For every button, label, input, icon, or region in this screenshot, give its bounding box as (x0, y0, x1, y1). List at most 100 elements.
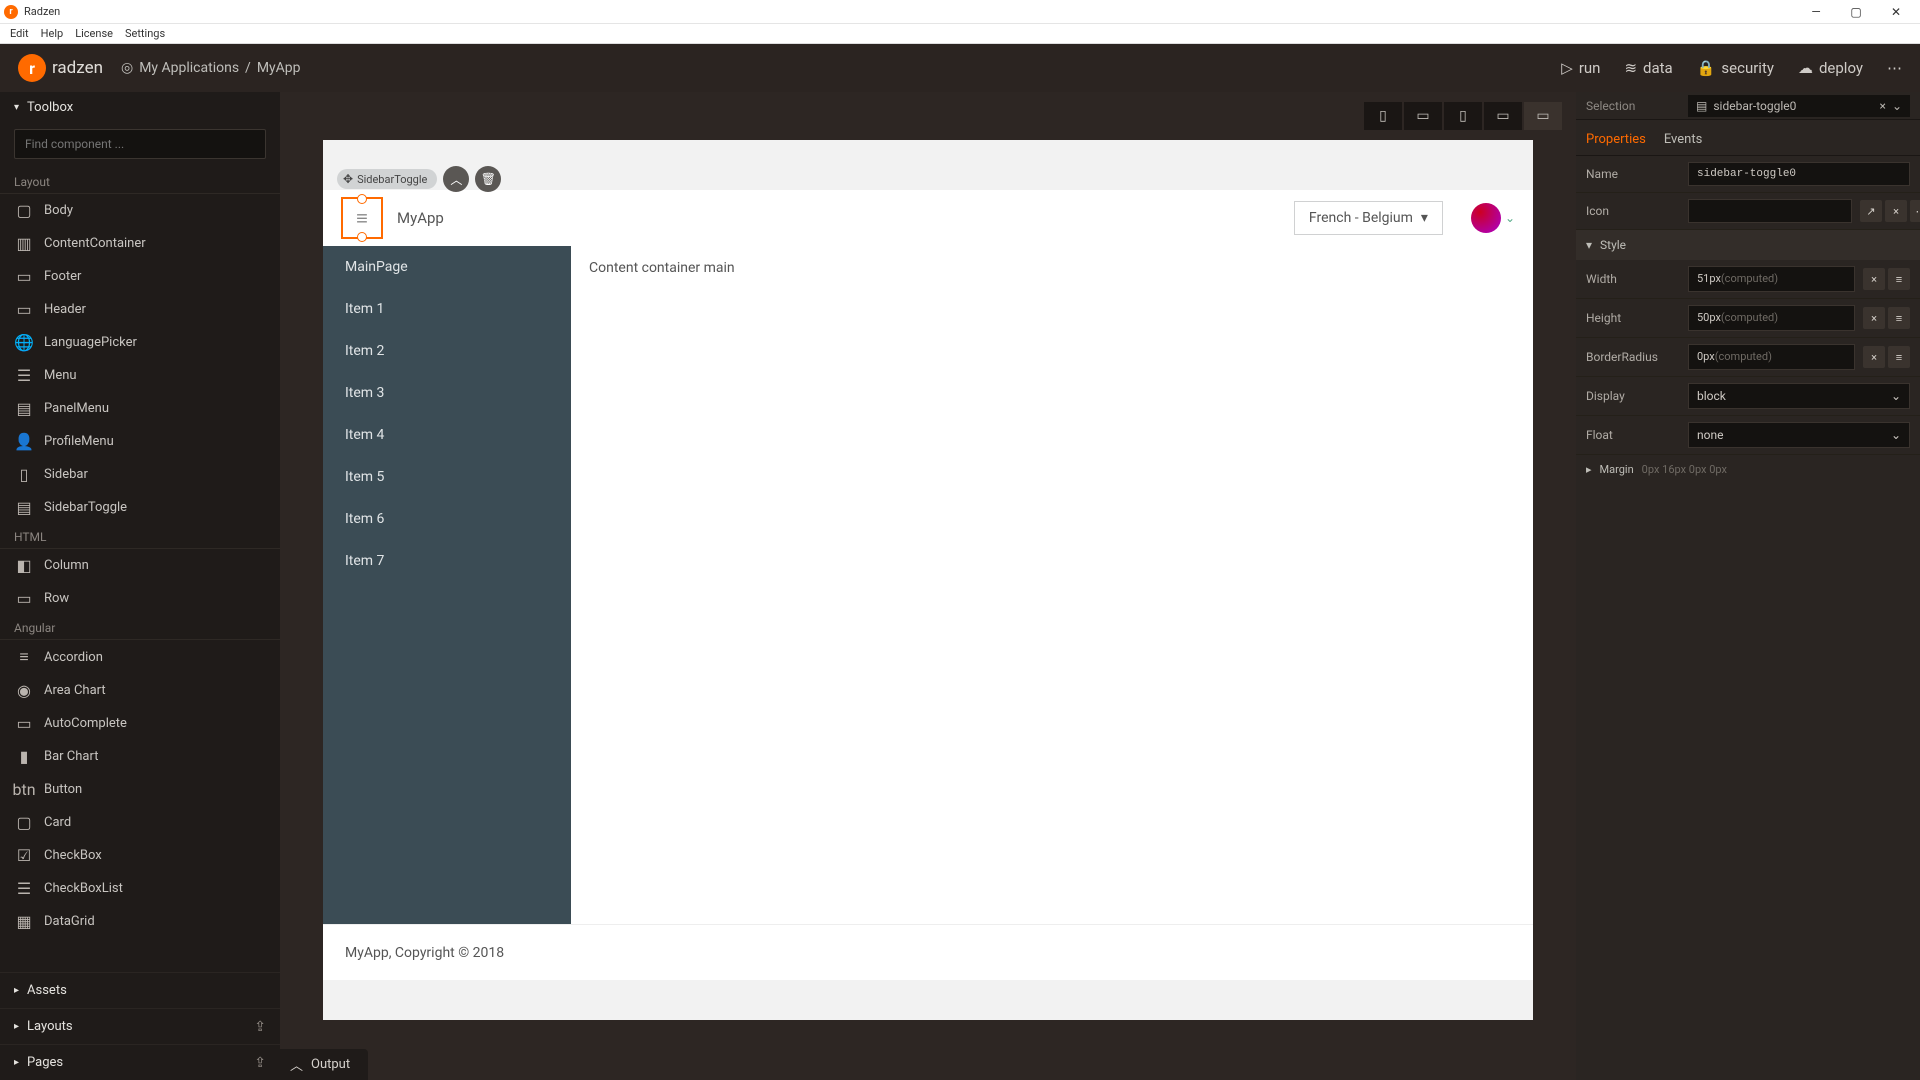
select-parent-button[interactable]: ︿ (443, 166, 469, 192)
clear-radius-button[interactable]: × (1863, 346, 1885, 368)
close-icon[interactable]: × (1880, 99, 1886, 113)
prop-width-input[interactable]: 51px(computed) (1688, 266, 1855, 292)
sidebar-toggle-component[interactable]: ≡ (341, 197, 383, 239)
device-phone-land-button[interactable]: ▭ (1404, 102, 1442, 130)
breadcrumb: ◎ My Applications / MyApp (121, 60, 301, 76)
tool-item-languagepicker[interactable]: 🌐LanguagePicker (0, 326, 280, 359)
tool-item-contentcontainer[interactable]: ▥ContentContainer (0, 227, 280, 260)
clear-height-button[interactable]: × (1863, 307, 1885, 329)
tool-item-sidebartoggle[interactable]: ▤SidebarToggle (0, 491, 280, 524)
avatar[interactable] (1471, 203, 1501, 233)
breadcrumb-root[interactable]: My Applications (139, 60, 239, 76)
tool-item-row[interactable]: ▭Row (0, 582, 280, 615)
assets-section[interactable]: ▸Assets (0, 972, 280, 1008)
deploy-button[interactable]: ☁deploy (1798, 59, 1863, 77)
menu-edit[interactable]: Edit (4, 27, 35, 40)
menu-settings[interactable]: Settings (119, 27, 171, 40)
tool-item-card[interactable]: ▢Card (0, 806, 280, 839)
prop-display-select[interactable]: block⌄ (1688, 383, 1910, 409)
open-icon-picker-button[interactable]: ↗ (1860, 200, 1882, 222)
clear-icon-button[interactable]: × (1885, 200, 1907, 222)
selection-chip[interactable]: ✥SidebarToggle (337, 169, 437, 189)
nav-item[interactable]: Item 4 (323, 414, 571, 456)
run-button[interactable]: ▷run (1561, 59, 1600, 77)
nav-item[interactable]: Item 5 (323, 456, 571, 498)
tool-item-footer[interactable]: ▭Footer (0, 260, 280, 293)
toolbox-header[interactable]: ▾Toolbox (0, 92, 280, 123)
menu-license[interactable]: License (69, 27, 119, 40)
export-icon[interactable]: ⇪ (254, 1019, 266, 1035)
tool-item-checkbox[interactable]: ☑CheckBox (0, 839, 280, 872)
prop-icon-input[interactable] (1688, 199, 1852, 223)
unit-button[interactable]: ≡ (1888, 346, 1910, 368)
tool-item-checkboxlist[interactable]: ☰CheckBoxList (0, 872, 280, 905)
nav-item[interactable]: Item 7 (323, 540, 571, 582)
tool-item-label: SidebarToggle (44, 500, 127, 515)
prop-radius-input[interactable]: 0px(computed) (1688, 344, 1855, 370)
prop-name-input[interactable] (1688, 162, 1910, 186)
delete-button[interactable]: 🗑 (475, 166, 501, 192)
security-button[interactable]: 🔒security (1697, 59, 1774, 77)
preview-page: ≡ MyApp French - Belgium▾ ⌄ MainPageItem… (323, 190, 1533, 980)
selection-badge[interactable]: ▤ sidebar-toggle0 × ⌄ (1688, 95, 1910, 117)
chevron-down-icon[interactable]: ⌄ (1892, 99, 1902, 113)
tool-item-datagrid[interactable]: ▦DataGrid (0, 905, 280, 938)
export-icon[interactable]: ⇪ (254, 1055, 266, 1071)
tool-item-accordion[interactable]: ≡Accordion (0, 640, 280, 674)
language-picker[interactable]: French - Belgium▾ (1294, 201, 1443, 235)
unit-button[interactable]: ≡ (1888, 268, 1910, 290)
prop-height-input[interactable]: 50px(computed) (1688, 305, 1855, 331)
tool-item-sidebar[interactable]: ▯Sidebar (0, 458, 280, 491)
group-label: HTML (0, 524, 280, 549)
tool-item-button[interactable]: btnButton (0, 773, 280, 806)
data-button[interactable]: ≋data (1624, 59, 1672, 77)
chevron-down-icon[interactable]: ⌄ (1505, 211, 1515, 225)
tool-item-menu[interactable]: ☰Menu (0, 359, 280, 392)
breadcrumb-current[interactable]: MyApp (257, 60, 301, 76)
more-icon-button[interactable]: ⋯ (1910, 200, 1920, 222)
toolbox-panel: ▾Toolbox Layout▢Body▥ContentContainer▭Fo… (0, 92, 280, 1080)
unit-button[interactable]: ≡ (1888, 307, 1910, 329)
chevron-down-icon: ⌄ (1891, 428, 1901, 442)
menu-help[interactable]: Help (35, 27, 70, 40)
nav-item[interactable]: MainPage (323, 246, 571, 288)
margin-row[interactable]: ▸ Margin 0px 16px 0px 0px (1576, 455, 1920, 484)
prop-float-select[interactable]: none⌄ (1688, 422, 1910, 448)
tool-item-autocomplete[interactable]: ▭AutoComplete (0, 707, 280, 740)
component-icon: ▤ (14, 399, 34, 418)
design-canvas[interactable]: ✥SidebarToggle ︿ 🗑 ≡ MyApp French - Belg… (323, 140, 1533, 1020)
tool-item-area-chart[interactable]: ◉Area Chart (0, 674, 280, 707)
tool-item-label: CheckBoxList (44, 881, 123, 896)
clear-width-button[interactable]: × (1863, 268, 1885, 290)
layouts-section[interactable]: ▸Layouts⇪ (0, 1008, 280, 1044)
device-phone-button[interactable]: ▯ (1364, 102, 1402, 130)
nav-item[interactable]: Item 3 (323, 372, 571, 414)
device-tablet-land-button[interactable]: ▭ (1484, 102, 1522, 130)
tool-item-column[interactable]: ◧Column (0, 549, 280, 582)
window-maximize-button[interactable]: ▢ (1836, 1, 1876, 23)
window-minimize-button[interactable]: ― (1796, 1, 1836, 23)
more-button[interactable]: ⋯ (1887, 59, 1902, 77)
tab-events[interactable]: Events (1664, 126, 1702, 155)
tool-item-bar-chart[interactable]: ▮Bar Chart (0, 740, 280, 773)
tool-item-header[interactable]: ▭Header (0, 293, 280, 326)
group-label: Angular (0, 615, 280, 640)
tool-item-body[interactable]: ▢Body (0, 194, 280, 227)
window-close-button[interactable]: ✕ (1876, 1, 1916, 23)
tool-item-label: Area Chart (44, 683, 106, 698)
nav-item[interactable]: Item 1 (323, 288, 571, 330)
component-icon: ≡ (14, 647, 34, 667)
nav-item[interactable]: Item 2 (323, 330, 571, 372)
tab-properties[interactable]: Properties (1586, 126, 1646, 155)
search-input[interactable] (14, 129, 266, 159)
style-section-header[interactable]: ▾Style (1576, 230, 1920, 260)
nav-item[interactable]: Item 6 (323, 498, 571, 540)
hamburger-icon: ≡ (356, 206, 368, 231)
pages-section[interactable]: ▸Pages⇪ (0, 1044, 280, 1080)
tool-item-profilemenu[interactable]: 👤ProfileMenu (0, 425, 280, 458)
device-tablet-button[interactable]: ▯ (1444, 102, 1482, 130)
component-icon: ◧ (14, 556, 34, 575)
device-desktop-button[interactable]: ▭ (1524, 102, 1562, 130)
tool-item-panelmenu[interactable]: ▤PanelMenu (0, 392, 280, 425)
output-tab[interactable]: ︿Output (280, 1049, 368, 1080)
